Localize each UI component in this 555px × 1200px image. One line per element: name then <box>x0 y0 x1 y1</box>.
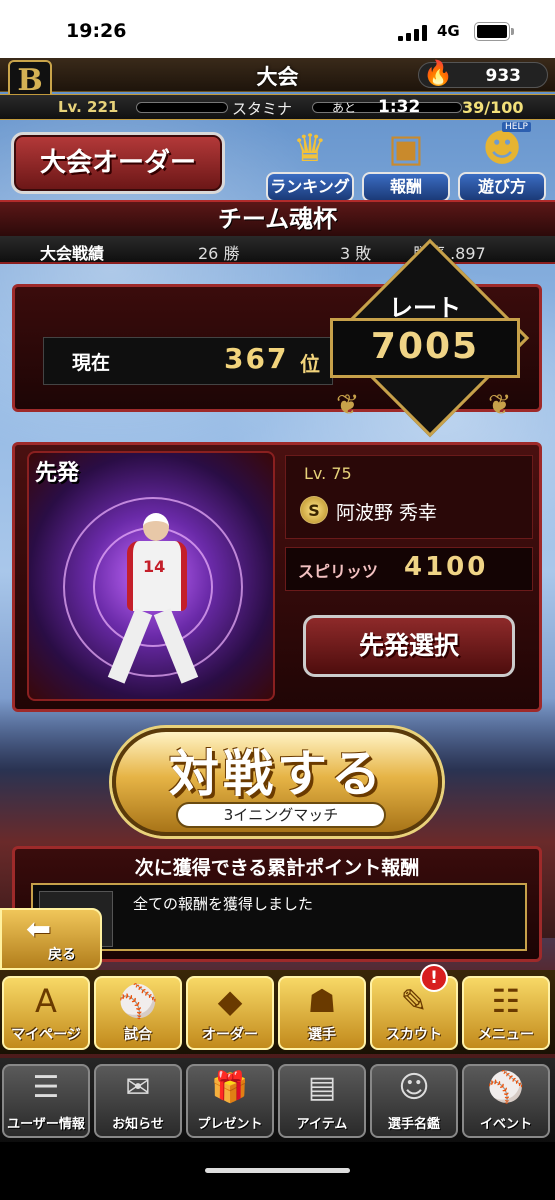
rate-value: 7005 <box>370 326 480 367</box>
battery-icon <box>474 22 514 41</box>
status-time: 19:26 <box>66 20 127 42</box>
nav-scout[interactable]: ✎ スカウト <box>370 976 458 1050</box>
pitcher-level: Lv. 75 <box>304 464 352 483</box>
menu-icon: ☷ <box>491 982 521 1020</box>
reward-message: 全ての報酬を獲得しました <box>133 895 314 913</box>
wins: 26 勝 <box>198 244 240 263</box>
battle-label: 対戦する <box>169 745 385 803</box>
current-label: 現在 <box>72 352 111 374</box>
nav-items-label: アイテム <box>296 1117 348 1132</box>
starting-pitcher-panel: 14 先発 Lv. 75 S 阿波野 秀幸 スピリッツ 4100 先発選択 <box>12 442 542 712</box>
select-starter-button[interactable]: 先発選択 <box>303 615 515 677</box>
event-icon: ⚾ <box>487 1070 525 1105</box>
baseball-glove-icon: ⚾ <box>118 982 158 1020</box>
secondary-nav: ☰ ユーザー情報 ✉ お知らせ 🎁 プレゼント ▤ アイテム ☺ 選手名鑑 ⚾ … <box>0 1058 555 1142</box>
pitcher-info: Lv. 75 S 阿波野 秀幸 <box>285 455 533 539</box>
how-to-play-button[interactable]: ☻ 遊び方 <box>458 124 546 202</box>
player-level: Lv. 221 <box>58 98 119 116</box>
rewards-button[interactable]: ▣ 報酬 <box>362 124 450 202</box>
back-arrow-icon: ⬅ <box>26 912 52 947</box>
nav-players-label: 選手 <box>308 1027 336 1043</box>
remaining-label: あと <box>332 101 357 115</box>
stamina-value: 39/100 <box>462 98 524 117</box>
gift-icon: 🎁 <box>211 1070 249 1105</box>
nav-items[interactable]: ▤ アイテム <box>278 1064 366 1138</box>
nav-menu-label: メニュー <box>478 1027 534 1043</box>
coin-icon: 🔥 <box>423 59 453 87</box>
back-button[interactable]: ⬅ 戻る <box>0 908 102 970</box>
player-directory-icon: ☺ <box>398 1070 430 1105</box>
notice-icon: ✉ <box>125 1070 151 1105</box>
nav-scout-label: スカウト <box>386 1027 442 1043</box>
signal-icon <box>398 25 428 41</box>
rank-position: 367 <box>224 342 289 375</box>
nav-menu[interactable]: ☷ メニュー <box>462 976 550 1050</box>
spirits-value: 4100 <box>404 552 489 582</box>
nav-match[interactable]: ⚾ 試合 <box>94 976 182 1050</box>
nav-players[interactable]: ☗ 選手 <box>278 976 366 1050</box>
pitcher-illustration: 14 <box>103 513 213 684</box>
top-bar: 大会 🔥 933 <box>0 58 555 92</box>
ranking-button[interactable]: ♛ ランキング <box>266 124 354 202</box>
game-screen: 大会 🔥 933 B Lv. 221 スタミナ あと 1:32 39/100 大… <box>0 58 555 1200</box>
nav-notices-label: お知らせ <box>112 1117 164 1132</box>
nav-events-label: イベント <box>479 1117 532 1132</box>
level-bar: Lv. 221 スタミナ あと 1:32 39/100 <box>0 94 555 120</box>
jersey-number: 14 <box>143 557 166 576</box>
current-rank: 現在 367 位 <box>43 337 333 385</box>
nav-events[interactable]: ⚾ イベント <box>462 1064 550 1138</box>
rate-badge: レート 7005 ❦ ❦ <box>310 238 540 448</box>
laurel-left-icon: ❦ <box>336 388 360 421</box>
battle-subtitle: 3イニングマッチ <box>176 802 386 828</box>
nav-presents[interactable]: 🎁 プレゼント <box>186 1064 274 1138</box>
item-book-icon: ▤ <box>307 1070 337 1105</box>
s-rank-icon: S <box>300 496 328 524</box>
how-to-play-label: 遊び方 <box>458 172 546 202</box>
stamina-label: スタミナ <box>232 100 293 118</box>
reward-box: 全ての報酬を獲得しました <box>31 883 527 951</box>
help-tag: HELP <box>502 122 531 132</box>
nav-mypage-label: マイページ <box>11 1027 81 1043</box>
spirits-box: スピリッツ 4100 <box>285 547 533 591</box>
user-info-icon: ☰ <box>32 1070 60 1105</box>
laurel-right-icon: ❦ <box>488 388 512 421</box>
player-icon: ☗ <box>307 982 337 1020</box>
home-indicator[interactable] <box>205 1168 350 1173</box>
nav-presents-label: プレゼント <box>197 1117 263 1132</box>
stamina-recovery-time: 1:32 <box>378 97 421 117</box>
tournament-order-button[interactable]: 大会オーダー <box>11 132 225 194</box>
pitcher-card[interactable]: 14 先発 <box>27 451 275 701</box>
exp-gauge <box>136 102 228 113</box>
coin-value: 933 <box>485 66 522 86</box>
mypage-icon: A <box>35 982 57 1020</box>
primary-nav: A マイページ ⚾ 試合 ◆ オーダー ☗ 選手 ✎ スカウト ☷ メニュー ! <box>0 964 555 1054</box>
pitcher-name: 阿波野 秀幸 <box>336 502 438 524</box>
tournament-name: チーム魂杯 <box>0 200 555 236</box>
nav-player-directory-label: 選手名鑑 <box>387 1117 440 1132</box>
record-label: 大会戦績 <box>40 244 105 263</box>
back-label: 戻る <box>48 947 76 963</box>
nav-match-label: 試合 <box>124 1027 152 1043</box>
nav-player-directory[interactable]: ☺ 選手名鑑 <box>370 1064 458 1138</box>
rate-label: レート <box>389 294 461 322</box>
ranking-label: ランキング <box>266 172 354 202</box>
nav-user-info-label: ユーザー情報 <box>7 1117 85 1132</box>
crown-icon: ♛ <box>292 126 328 170</box>
nav-mypage[interactable]: A マイページ <box>2 976 90 1050</box>
scout-notification-badge: ! <box>420 964 448 992</box>
nav-notices[interactable]: ✉ お知らせ <box>94 1064 182 1138</box>
spirits-label: スピリッツ <box>298 562 379 581</box>
diamond-field-icon: ◆ <box>217 982 243 1020</box>
nav-order[interactable]: ◆ オーダー <box>186 976 274 1050</box>
battle-button[interactable]: 対戦する 3イニングマッチ <box>112 728 442 836</box>
nav-order-label: オーダー <box>202 1027 258 1043</box>
rewards-label: 報酬 <box>362 172 450 202</box>
status-bar: 19:26 4G <box>0 0 555 58</box>
treasure-chest-icon: ▣ <box>388 126 424 170</box>
starter-label: 先発 <box>35 461 80 486</box>
network-type: 4G <box>437 22 460 40</box>
reward-title: 次に獲得できる累計ポイント報酬 <box>134 857 420 879</box>
nav-user-info[interactable]: ☰ ユーザー情報 <box>2 1064 90 1138</box>
coin-counter[interactable]: 🔥 933 <box>418 59 548 88</box>
